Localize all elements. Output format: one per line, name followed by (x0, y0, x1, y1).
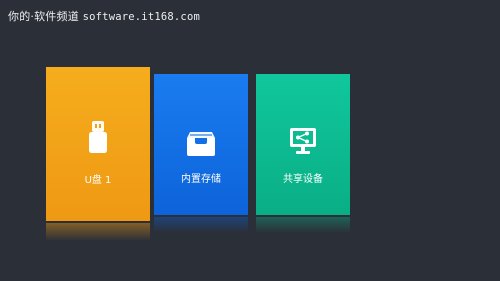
internal-storage-tile-reflection (154, 217, 248, 233)
usb-drive-tile[interactable]: U盘 1 (46, 67, 150, 221)
usb-drive-label: U盘 1 (84, 175, 112, 186)
shared-device-label: 共享设备 (283, 174, 323, 185)
internal-storage-icon (185, 129, 217, 161)
shared-device-icon (288, 126, 318, 160)
storage-tiles: U盘 1 内置存储 共享设备 (0, 0, 500, 281)
usb-drive-tile-reflection (46, 223, 150, 241)
internal-storage-label: 内置存储 (181, 174, 221, 185)
internal-storage-tile[interactable]: 内置存储 (154, 74, 248, 215)
shared-device-tile-reflection (256, 217, 350, 233)
usb-drive-icon (87, 120, 109, 158)
shared-device-tile[interactable]: 共享设备 (256, 74, 350, 215)
